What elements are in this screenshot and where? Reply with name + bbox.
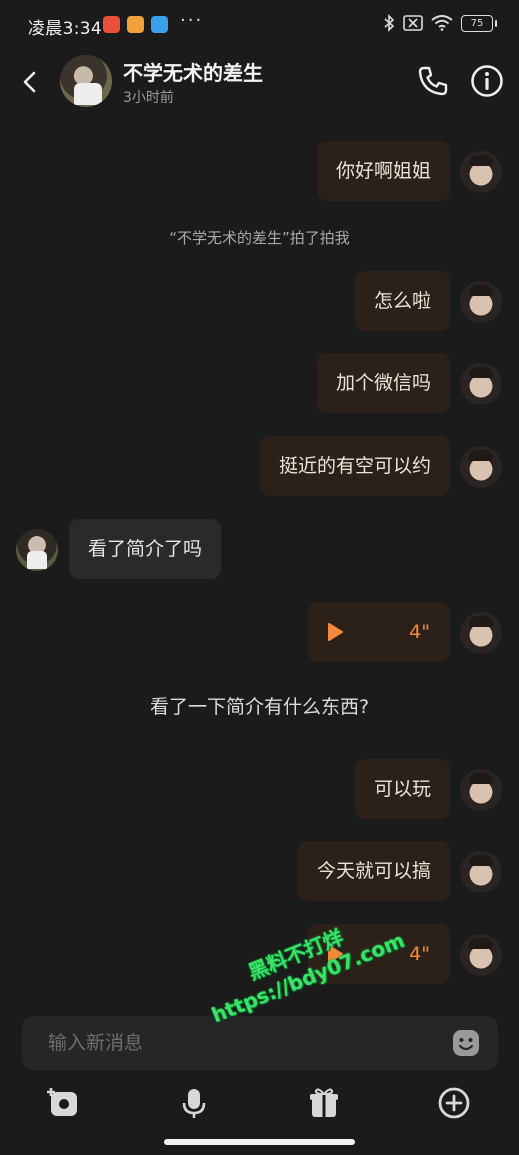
contact-name: 不学无术的差生 — [123, 61, 263, 85]
my-avatar[interactable] — [460, 151, 502, 193]
app-notification-icon — [103, 16, 120, 33]
message-input[interactable] — [48, 1016, 428, 1070]
my-avatar[interactable] — [460, 612, 502, 654]
emoji-icon[interactable] — [452, 1029, 480, 1057]
home-indicator[interactable] — [164, 1139, 355, 1145]
my-avatar[interactable] — [460, 363, 502, 405]
wifi-icon — [431, 15, 453, 31]
cloud-app-icon — [151, 16, 168, 33]
phone-icon[interactable] — [416, 64, 450, 98]
gift-icon[interactable] — [307, 1086, 341, 1120]
status-icons: 75 — [383, 14, 497, 32]
message-outgoing[interactable]: 加个微信吗 — [316, 353, 450, 413]
voice-duration: 4" — [409, 943, 430, 965]
contact-avatar[interactable] — [60, 55, 112, 107]
add-more-icon[interactable] — [437, 1086, 471, 1120]
status-bar: 凌晨3:34 ··· 75 — [0, 0, 519, 52]
message-outgoing[interactable]: 怎么啦 — [354, 271, 450, 331]
message-composer — [22, 1016, 498, 1070]
message-outgoing[interactable]: 今天就可以搞 — [297, 841, 450, 901]
voice-message[interactable]: 4" — [308, 602, 450, 662]
back-icon[interactable] — [18, 70, 42, 94]
play-icon — [328, 623, 343, 641]
system-pat-notice: “不学无术的差生”拍了拍我 — [169, 229, 350, 247]
bluetooth-icon — [384, 14, 395, 32]
message-incoming[interactable]: 看了简介了吗 — [69, 519, 222, 579]
message-plain: 看了一下简介有什么东西? — [149, 696, 370, 718]
my-avatar[interactable] — [460, 281, 502, 323]
my-avatar[interactable] — [460, 934, 502, 976]
message-outgoing[interactable]: 挺近的有空可以约 — [259, 436, 450, 496]
my-avatar[interactable] — [460, 446, 502, 488]
battery-indicator: 75 — [461, 14, 497, 32]
my-avatar[interactable] — [460, 769, 502, 811]
more-notifications-icon: ··· — [180, 10, 204, 31]
my-avatar[interactable] — [460, 851, 502, 893]
status-time: 凌晨3:34 — [28, 19, 102, 39]
microphone-icon[interactable] — [177, 1086, 211, 1120]
photo-icon[interactable] — [47, 1086, 81, 1120]
last-seen: 3小时前 — [123, 90, 174, 106]
no-sim-icon — [403, 15, 423, 31]
voice-duration: 4" — [409, 621, 430, 643]
info-icon[interactable] — [470, 64, 504, 98]
message-outgoing[interactable]: 你好啊姐姐 — [316, 141, 450, 201]
message-outgoing[interactable]: 可以玩 — [354, 759, 450, 819]
fox-app-icon — [127, 16, 144, 33]
contact-avatar-small[interactable] — [16, 529, 58, 571]
